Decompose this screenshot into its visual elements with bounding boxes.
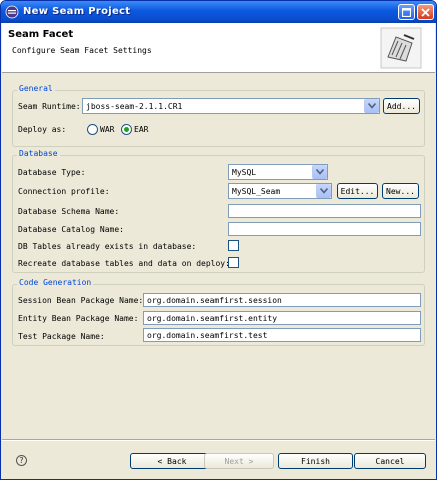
edit-profile-button[interactable]: Edit... [337,183,378,199]
deploy-war-radio[interactable] [87,124,98,135]
general-legend: General [17,84,55,93]
new-profile-button[interactable]: New... [382,183,419,199]
seam-runtime-combo[interactable]: jboss-seam-2.1.1.CR1 [82,98,380,114]
connection-profile-combo[interactable]: MySQL_Seam [228,183,332,199]
chevron-down-icon[interactable] [312,165,327,179]
test-package-value: org.domain.seamfirst.test [147,331,268,340]
database-type-label: Database Type: [18,168,86,177]
back-button[interactable]: < Back [130,453,214,469]
seam-runtime-label: Seam Runtime: [18,102,81,111]
deploy-ear-label: EAR [134,125,149,134]
entity-bean-label: Entity Bean Package Name: [18,314,139,323]
database-type-value: MySQL [232,168,257,177]
code-generation-legend: Code Generation [17,278,94,287]
session-bean-field[interactable]: org.domain.seamfirst.session [143,293,421,307]
deploy-ear-radio[interactable] [121,124,132,135]
tables-exist-checkbox[interactable] [228,240,239,251]
catalog-name-label: Database Catalog Name: [18,225,124,234]
test-package-label: Test Package Name: [18,332,105,341]
entity-bean-field[interactable]: org.domain.seamfirst.entity [143,311,421,325]
catalog-name-field[interactable] [228,222,421,236]
title-bar[interactable]: New Seam Project [1,1,436,23]
new-seam-project-dialog: New Seam Project Seam Facet Configure Se… [0,0,437,480]
seam-facet-wizard-icon [380,27,422,69]
connection-profile-label: Connection profile: [18,187,110,196]
chevron-down-icon[interactable] [316,184,331,198]
window-title: New Seam Project [23,6,131,17]
database-type-combo[interactable]: MySQL [228,164,328,180]
session-bean-label: Session Bean Package Name: [18,296,144,305]
schema-name-label: Database Schema Name: [18,207,120,216]
eclipse-wizard-icon [5,5,19,19]
next-button[interactable]: Next > [204,453,274,469]
session-bean-value: org.domain.seamfirst.session [147,296,282,305]
seam-runtime-value: jboss-seam-2.1.1.CR1 [86,102,183,111]
page-subtitle: Configure Seam Facet Settings [12,46,152,55]
wizard-header: Seam Facet Configure Seam Facet Settings [2,23,435,73]
entity-bean-value: org.domain.seamfirst.entity [147,314,278,323]
database-legend: Database [17,149,60,158]
page-title: Seam Facet [8,29,74,40]
finish-button[interactable]: Finish [278,453,353,469]
close-icon [421,7,430,17]
deploy-as-label: Deploy as: [18,125,67,134]
chevron-down-icon[interactable] [364,99,379,113]
footer-separator [2,439,435,441]
tables-exist-label: DB Tables already exists in database: [18,242,197,251]
maximize-icon [402,7,411,17]
maximize-button[interactable] [398,4,415,20]
deploy-war-label: WAR [100,125,115,134]
cancel-button[interactable]: Cancel [354,453,426,469]
recreate-tables-checkbox[interactable] [228,257,239,268]
schema-name-field[interactable] [228,204,421,218]
test-package-field[interactable]: org.domain.seamfirst.test [143,328,421,342]
close-button[interactable] [417,4,434,20]
add-runtime-button[interactable]: Add... [383,98,420,114]
connection-profile-value: MySQL_Seam [232,187,281,196]
help-icon[interactable]: ? [16,455,27,466]
recreate-tables-label: Recreate database tables and data on dep… [18,259,230,268]
